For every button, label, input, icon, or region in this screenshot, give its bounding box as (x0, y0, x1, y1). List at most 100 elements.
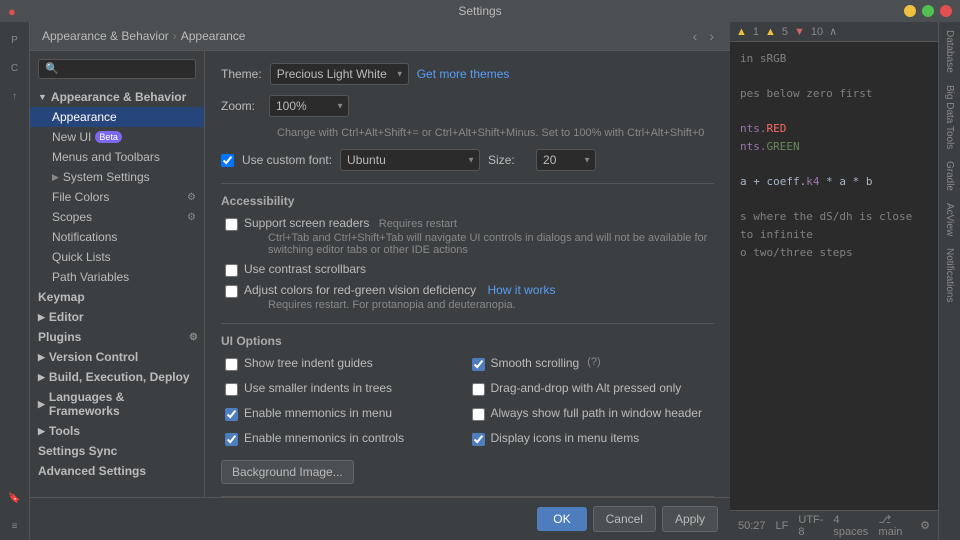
smaller-indents-checkbox[interactable] (225, 383, 238, 396)
settings-icon[interactable]: ⚙ (920, 519, 930, 532)
background-image-button[interactable]: Background Image... (221, 460, 354, 484)
adjust-colors-row: Adjust colors for red-green vision defic… (221, 283, 714, 311)
nav-item-plugins[interactable]: Plugins ⚙ (30, 327, 204, 347)
right-tool-gradle[interactable]: Gradle (941, 155, 958, 197)
get-more-themes-link[interactable]: Get more themes (417, 67, 510, 81)
nav-item-advanced-settings[interactable]: Advanced Settings (30, 461, 204, 481)
how-it-works-link[interactable]: How it works (487, 283, 555, 297)
nav-item-build[interactable]: ▶ Build, Execution, Deploy (30, 367, 204, 387)
mnemonics-menu-checkbox[interactable] (225, 408, 238, 421)
maximize-button[interactable]: □ (922, 5, 934, 17)
nav-item-path-variables[interactable]: Path Variables (30, 267, 204, 287)
full-path-label[interactable]: Always show full path in window header (491, 406, 702, 420)
ok-button[interactable]: OK (537, 507, 586, 531)
font-select[interactable]: Ubuntu (340, 149, 480, 171)
expand-icon[interactable]: ∧ (829, 25, 837, 38)
display-icons-label[interactable]: Display icons in menu items (491, 431, 640, 445)
screen-readers-hint: Ctrl+Tab and Ctrl+Shift+Tab will navigat… (244, 232, 714, 256)
nav-item-settings-sync[interactable]: Settings Sync (30, 441, 204, 461)
sidebar-item-project[interactable]: P (3, 28, 27, 52)
forward-button[interactable]: › (705, 28, 718, 44)
screen-readers-checkbox[interactable] (225, 218, 238, 231)
nav-item-tools[interactable]: ▶ Tools (30, 421, 204, 441)
code-line: nts.RED (740, 120, 928, 138)
smooth-scrolling-info-icon[interactable]: (?) (587, 356, 600, 368)
right-tool-big-data[interactable]: Big Data Tools (941, 79, 958, 155)
beta-badge: Beta (95, 131, 122, 143)
gear-icon: ⚙ (187, 212, 196, 223)
sidebar-item-commit[interactable]: C (3, 56, 27, 80)
nav-item-scopes[interactable]: Scopes ⚙ (30, 207, 204, 227)
nav-item-new-ui[interactable]: New UI Beta (30, 127, 204, 147)
smaller-indents-label[interactable]: Use smaller indents in trees (244, 381, 392, 395)
dialog-title: Settings (458, 4, 501, 18)
cancel-button[interactable]: Cancel (593, 506, 656, 532)
smooth-scrolling-checkbox[interactable] (472, 358, 485, 371)
sidebar-item-structure[interactable]: ≡ (3, 514, 27, 538)
code-line: nts.GREEN (740, 138, 928, 156)
title-bar: ● Settings – □ × (0, 0, 960, 22)
custom-font-label[interactable]: Use custom font: (242, 153, 332, 167)
nav-item-version-control[interactable]: ▶ Version Control (30, 347, 204, 367)
custom-font-row: Use custom font: Ubuntu Size: 20 (221, 149, 714, 171)
size-select[interactable]: 20 (536, 149, 596, 171)
settings-header: Appearance & Behavior › Appearance ‹ › (30, 22, 730, 51)
drag-drop-row: Drag-and-drop with Alt pressed only (468, 381, 715, 396)
nav-item-editor[interactable]: ▶ Editor (30, 307, 204, 327)
smooth-scrolling-label[interactable]: Smooth scrolling (491, 356, 580, 370)
settings-panel: Appearance & Behavior › Appearance ‹ › ▼… (30, 22, 730, 540)
screen-readers-label[interactable]: Support screen readers Requires restart (244, 216, 457, 230)
main-layout: P C ↑ 🔖 ≡ Appearance & Behavior › Appear… (0, 22, 960, 540)
nav-item-quick-lists[interactable]: Quick Lists (30, 247, 204, 267)
screen-readers-row: Support screen readers Requires restart … (221, 216, 714, 256)
apply-button[interactable]: Apply (662, 506, 718, 532)
nav-item-appearance[interactable]: Appearance (30, 107, 204, 127)
mnemonics-controls-checkbox[interactable] (225, 433, 238, 446)
mnemonics-controls-label[interactable]: Enable mnemonics in controls (244, 431, 404, 445)
display-icons-checkbox[interactable] (472, 433, 485, 446)
nav-item-system-settings[interactable]: ▶ System Settings (30, 167, 204, 187)
minimize-button[interactable]: – (904, 5, 916, 17)
breadcrumb-parent[interactable]: Appearance & Behavior (42, 29, 169, 43)
code-line: a + coeff.k4 * a * b (740, 173, 928, 191)
full-path-row: Always show full path in window header (468, 406, 715, 421)
search-input[interactable] (38, 59, 196, 79)
nav-item-label: Quick Lists (52, 250, 111, 264)
zoom-select[interactable]: 100% (269, 95, 349, 117)
right-tool-notifications[interactable]: Notifications (941, 242, 958, 308)
nav-item-file-colors[interactable]: File Colors ⚙ (30, 187, 204, 207)
adjust-colors-checkbox[interactable] (225, 285, 238, 298)
gear-icon: ⚙ (187, 192, 196, 203)
tree-indent-label[interactable]: Show tree indent guides (244, 356, 373, 370)
nav-group-appearance-header[interactable]: ▼ Appearance & Behavior (30, 87, 204, 107)
right-tool-database[interactable]: Database (941, 24, 958, 79)
drag-drop-checkbox[interactable] (472, 383, 485, 396)
mnemonics-menu-label[interactable]: Enable mnemonics in menu (244, 406, 392, 420)
nav-item-notifications[interactable]: Notifications (30, 227, 204, 247)
adjust-colors-label[interactable]: Adjust colors for red-green vision defic… (244, 283, 555, 297)
settings-footer: OK Cancel Apply (30, 497, 730, 540)
nav-item-keymap[interactable]: Keymap (30, 287, 204, 307)
ui-options-grid: Show tree indent guides Smooth scrolling… (221, 356, 714, 452)
mnemonics-controls-row: Enable mnemonics in controls (221, 431, 468, 446)
code-line (740, 156, 928, 174)
ui-options-section-title: UI Options (221, 334, 714, 348)
right-tool-acview[interactable]: AcView (941, 197, 958, 242)
use-custom-font-checkbox[interactable] (221, 154, 234, 167)
nav-item-label: Appearance (52, 110, 117, 124)
sidebar-item-bookmarks[interactable]: 🔖 (3, 486, 27, 510)
nav-item-languages[interactable]: ▶ Languages & Frameworks (30, 387, 204, 421)
contrast-scrollbars-label[interactable]: Use contrast scrollbars (244, 262, 366, 276)
back-button[interactable]: ‹ (689, 28, 702, 44)
theme-select[interactable]: Precious Light White (270, 63, 409, 85)
tree-indent-checkbox[interactable] (225, 358, 238, 371)
sidebar-item-pull-requests[interactable]: ↑ (3, 84, 27, 108)
contrast-scrollbars-checkbox[interactable] (225, 264, 238, 277)
close-button[interactable]: × (940, 5, 952, 17)
drag-drop-label[interactable]: Drag-and-drop with Alt pressed only (491, 381, 682, 395)
full-path-checkbox[interactable] (472, 408, 485, 421)
nav-item-label: File Colors (52, 190, 109, 204)
nav-item-menus-toolbars[interactable]: Menus and Toolbars (30, 147, 204, 167)
nav-item-label: Menus and Toolbars (52, 150, 160, 164)
code-line (740, 68, 928, 86)
